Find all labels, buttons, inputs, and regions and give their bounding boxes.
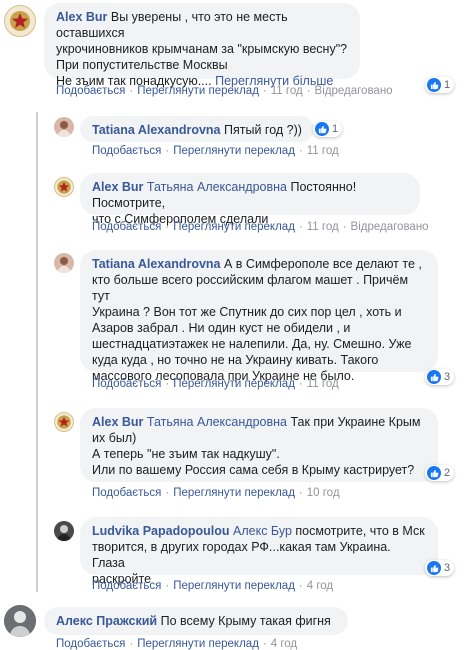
comment-author[interactable]: Tatiana Alexandrovna	[92, 123, 221, 137]
translate-action[interactable]: Переглянути переклад	[173, 145, 295, 157]
translate-action[interactable]: Переглянути переклад	[137, 638, 259, 650]
translate-action[interactable]: Переглянути переклад	[173, 378, 295, 390]
comment-bubble: Alex Bur Татьяна Александровна Так при У…	[80, 408, 438, 482]
user-photo-icon	[4, 605, 36, 637]
like-count-badge[interactable]: 3	[425, 560, 455, 576]
like-action[interactable]: Подобається	[56, 638, 125, 650]
timestamp[interactable]: 11 год	[271, 85, 303, 97]
translate-action[interactable]: Переглянути переклад	[173, 487, 295, 499]
avatar[interactable]	[4, 605, 36, 637]
comment-bubble: Alex Bur Вы уверены , что это не месть о…	[44, 3, 360, 88]
like-action[interactable]: Подобається	[92, 580, 161, 592]
comment-author[interactable]: Ludvika Papadopoulou	[92, 524, 230, 538]
thumbs-up-icon	[427, 466, 441, 480]
comment-author[interactable]: Tatiana Alexandrovna	[92, 257, 221, 271]
comment-actions: Подобається · Переглянути переклад · 4 год	[92, 580, 334, 592]
like-count-badge[interactable]: 1	[425, 77, 455, 93]
mention-link[interactable]: Татьяна Александровна	[147, 180, 287, 194]
like-action[interactable]: Подобається	[92, 145, 161, 157]
edited-label[interactable]: Відредаговано	[315, 85, 393, 97]
comment-bubble: Tatiana Alexandrovna А в Симферополе все…	[80, 250, 438, 383]
like-action[interactable]: Подобається	[92, 487, 161, 499]
comment-author[interactable]: Alex Bur	[92, 415, 143, 429]
like-count-badge[interactable]: 2	[425, 465, 455, 481]
comment-author[interactable]: Алекс Пражский	[56, 614, 157, 628]
like-action[interactable]: Подобається	[92, 221, 161, 233]
comment-bubble: Алекс Пражский По всему Крыму такая фигн…	[44, 607, 348, 635]
user-photo-icon	[57, 121, 71, 137]
translate-action[interactable]: Переглянути переклад	[173, 580, 295, 592]
thumbs-up-icon	[427, 78, 441, 92]
user-photo-icon	[57, 525, 71, 541]
edited-label[interactable]: Відредаговано	[351, 221, 429, 233]
avatar[interactable]	[54, 412, 74, 432]
mention-link[interactable]: Алекс Бур	[233, 524, 292, 538]
comment-author[interactable]: Alex Bur	[56, 10, 107, 24]
comment-actions: Подобається · Переглянути переклад · 11 год	[92, 145, 339, 157]
comment-actions: Подобається · Переглянути переклад · 11 год	[92, 378, 339, 390]
timestamp[interactable]: 4 год	[307, 580, 333, 592]
comment-text: А в Симферополе все делают те , кто боль…	[92, 257, 422, 383]
mention-link[interactable]: Татьяна Александровна	[147, 415, 287, 429]
avatar[interactable]	[54, 253, 74, 273]
like-count: 1	[332, 123, 339, 135]
like-action[interactable]: Подобається	[92, 378, 161, 390]
avatar[interactable]	[54, 177, 74, 197]
timestamp[interactable]: 11 год	[307, 145, 339, 157]
like-action[interactable]: Подобається	[56, 85, 125, 97]
timestamp[interactable]: 11 год	[307, 221, 339, 233]
like-count-badge[interactable]: 3	[425, 369, 455, 385]
avatar[interactable]	[4, 5, 36, 37]
comment-bubble: Tatiana Alexandrovna Пятый год ?))	[80, 116, 314, 142]
thumbs-up-icon	[427, 561, 441, 575]
comment-actions: Подобається · Переглянути переклад · 11 год ·…	[56, 85, 393, 97]
like-count: 3	[444, 562, 451, 574]
comment-bubble: Alex Bur Татьяна Александровна Постоянно…	[80, 173, 420, 226]
star-emblem-icon	[10, 11, 30, 31]
timestamp[interactable]: 10 год	[307, 487, 340, 499]
avatar[interactable]	[54, 521, 74, 541]
avatar[interactable]	[54, 117, 74, 137]
translate-action[interactable]: Переглянути переклад	[173, 221, 295, 233]
comment-text: Пятый год ?))	[224, 123, 302, 137]
like-count: 1	[444, 79, 451, 91]
timestamp[interactable]: 4 год	[271, 638, 297, 650]
comment-text: По всему Крыму такая фигня	[160, 614, 331, 628]
comment-actions: Подобається · Переглянути переклад · 11 год ·…	[92, 221, 429, 233]
comment-author[interactable]: Alex Bur	[92, 180, 143, 194]
like-count-badge[interactable]: 1	[313, 121, 343, 137]
thumbs-up-icon	[315, 122, 329, 136]
user-photo-icon	[57, 257, 71, 273]
reply-thread-line	[36, 112, 38, 592]
like-count: 2	[444, 467, 451, 479]
comment-actions: Подобається · Переглянути переклад · 4 год	[56, 638, 298, 650]
star-emblem-icon	[57, 180, 71, 194]
translate-action[interactable]: Переглянути переклад	[137, 85, 259, 97]
thumbs-up-icon	[427, 370, 441, 384]
star-emblem-icon	[57, 415, 71, 429]
like-count: 3	[444, 371, 451, 383]
comment-bubble: Ludvika Papadopoulou Алекс Бур посмотрит…	[80, 517, 438, 586]
comment-actions: Подобається · Переглянути переклад · 10 год	[92, 487, 340, 499]
timestamp[interactable]: 11 год	[307, 378, 339, 390]
